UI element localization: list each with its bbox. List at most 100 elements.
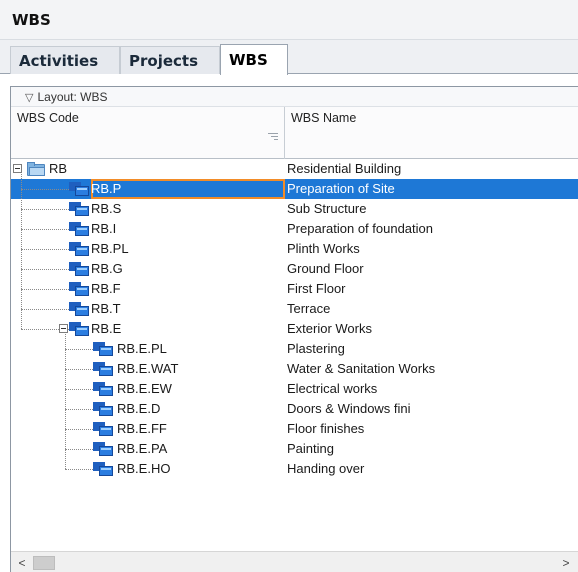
column-header: WBS Code WBS Name [11,107,578,159]
wbs-name-cell[interactable]: Painting [287,439,334,459]
wbs-code-label: RB.S [91,201,122,216]
wbs-name-cell[interactable]: Exterior Works [287,319,372,339]
tab-strip: Activities Projects WBS [0,40,578,75]
wbs-code-cell[interactable]: RB [11,159,285,179]
wbs-icon [93,462,113,476]
wbs-code-cell[interactable]: RB.E.PL [11,339,285,359]
table-row[interactable]: RB.T Terrace [11,299,578,319]
wbs-code-cell[interactable]: RB.I [11,219,285,239]
column-header-wbs-name-label: WBS Name [291,111,357,125]
wbs-code-cell[interactable]: RB.P [11,179,285,199]
table-row[interactable]: RB.E.PA Painting [11,439,578,459]
tree-connector [21,209,69,210]
window-title: WBS [12,11,51,29]
table-row[interactable]: RB.S Sub Structure [11,199,578,219]
column-header-wbs-name[interactable]: WBS Name [285,107,578,159]
wbs-name-cell[interactable]: Handing over [287,459,364,479]
wbs-name-cell[interactable]: Preparation of Site [287,179,395,199]
tab-activities[interactable]: Activities [10,46,120,74]
tree-connector [65,429,93,430]
wbs-icon [69,282,89,296]
wbs-code-cell[interactable]: RB.E.WAT [11,359,285,379]
wbs-code-cell[interactable]: RB.E [11,319,285,339]
wbs-code-label: RB.T [91,301,121,316]
wbs-code-label: RB.E.PA [117,441,168,456]
wbs-code-label: RB.E.FF [117,421,167,436]
wbs-code-cell[interactable]: RB.E.PA [11,439,285,459]
wbs-code-label: RB.I [91,221,117,236]
scroll-thumb[interactable] [33,556,55,570]
wbs-code-cell[interactable]: RB.PL [11,239,285,259]
wbs-icon [93,382,113,396]
wbs-code-label: RB.G [91,261,123,276]
wbs-code-cell[interactable]: RB.E.FF [11,419,285,439]
wbs-name-cell[interactable]: Terrace [287,299,330,319]
wbs-tree: RB Residential Building RB.P Preparation of… [11,159,578,479]
tree-connector [65,369,93,370]
collapse-icon[interactable] [13,164,22,173]
scroll-right-icon[interactable]: > [557,554,575,572]
wbs-code-cell[interactable]: RB.G [11,259,285,279]
wbs-name-cell[interactable]: Plinth Works [287,239,360,259]
wbs-code-label: RB.E.EW [117,381,172,396]
table-row[interactable]: RB Residential Building [11,159,578,179]
wbs-icon [93,422,113,436]
wbs-name-cell[interactable]: Residential Building [287,159,401,179]
wbs-code-cell[interactable]: RB.S [11,199,285,219]
wbs-icon [93,442,113,456]
scroll-left-icon[interactable]: < [13,554,31,572]
table-row[interactable]: RB.E.WAT Water & Sanitation Works [11,359,578,379]
collapse-icon[interactable] [59,324,68,333]
layout-bar[interactable]: ▽ Layout: WBS [11,87,578,107]
wbs-name-cell[interactable]: Ground Floor [287,259,364,279]
table-row[interactable]: RB.E.FF Floor finishes [11,419,578,439]
wbs-icon [93,402,113,416]
wbs-icon [93,362,113,376]
column-header-wbs-code-label: WBS Code [17,111,79,125]
sort-icon[interactable] [268,133,278,143]
wbs-name-cell[interactable]: Electrical works [287,379,377,399]
wbs-code-cell[interactable]: RB.E.D [11,399,285,419]
wbs-name-cell[interactable]: Doors & Windows fini [287,399,411,419]
tree-connector [21,289,69,290]
wbs-name-cell[interactable]: Sub Structure [287,199,367,219]
wbs-icon [69,322,89,336]
tree-connector [65,409,93,410]
wbs-name-cell[interactable]: Floor finishes [287,419,364,439]
tree-connector [65,349,93,350]
table-row[interactable]: RB.I Preparation of foundation [11,219,578,239]
wbs-code-label: RB.PL [91,241,129,256]
tab-wbs[interactable]: WBS [220,44,288,75]
tab-projects[interactable]: Projects [120,46,220,74]
wbs-name-cell[interactable]: Water & Sanitation Works [287,359,435,379]
tree-connector [21,189,69,190]
title-bar: WBS [0,0,578,40]
tree-connector [65,389,93,390]
wbs-code-cell[interactable]: RB.T [11,299,285,319]
column-header-wbs-code[interactable]: WBS Code [11,107,285,159]
wbs-icon [69,262,89,276]
chevron-down-icon[interactable]: ▽ [25,88,33,108]
table-row[interactable]: RB.E.HO Handing over [11,459,578,479]
table-row[interactable]: RB.E.EW Electrical works [11,379,578,399]
wbs-code-cell[interactable]: RB.E.HO [11,459,285,479]
table-row[interactable]: RB.G Ground Floor [11,259,578,279]
table-row[interactable]: RB.PL Plinth Works [11,239,578,259]
wbs-icon [69,302,89,316]
wbs-code-label: RB.E.WAT [117,361,179,376]
table-row[interactable]: RB.F First Floor [11,279,578,299]
tree-connector [21,229,69,230]
wbs-name-cell[interactable]: First Floor [287,279,346,299]
wbs-name-cell[interactable]: Plastering [287,339,345,359]
wbs-icon [69,202,89,216]
horizontal-scrollbar[interactable]: < > [11,551,578,572]
wbs-code-cell[interactable]: RB.E.EW [11,379,285,399]
wbs-name-cell[interactable]: Preparation of foundation [287,219,433,239]
wbs-code-label: RB.E.D [117,401,161,416]
table-row[interactable]: RB.E.D Doors & Windows fini [11,399,578,419]
table-row[interactable]: RB.P Preparation of Site [11,179,578,199]
table-row[interactable]: RB.E.PL Plastering [11,339,578,359]
tree-connector [65,334,66,469]
table-row[interactable]: RB.E Exterior Works [11,319,578,339]
wbs-code-cell[interactable]: RB.F [11,279,285,299]
